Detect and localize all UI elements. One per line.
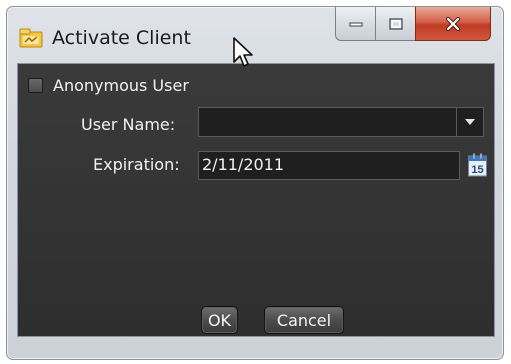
expiration-label: Expiration: xyxy=(93,155,180,174)
close-button[interactable] xyxy=(415,7,491,41)
dialog-content: Anonymous User User Name: Expiration: 2/… xyxy=(17,63,495,337)
user-name-combobox[interactable] xyxy=(198,107,484,137)
close-icon xyxy=(446,16,460,31)
activate-client-icon xyxy=(19,28,43,48)
chevron-down-icon xyxy=(465,119,475,125)
mouse-cursor-icon xyxy=(233,37,253,67)
window-title: Activate Client xyxy=(52,27,191,49)
caption-buttons xyxy=(335,7,499,45)
maximize-button[interactable] xyxy=(375,7,415,41)
ok-button[interactable]: OK xyxy=(201,306,238,334)
minimize-button[interactable] xyxy=(335,7,375,41)
user-name-label: User Name: xyxy=(81,115,176,134)
cancel-button[interactable]: Cancel xyxy=(264,306,344,334)
user-name-dropdown-button[interactable] xyxy=(456,108,483,136)
calendar-icon[interactable]: 15 xyxy=(468,153,487,177)
minimize-icon xyxy=(349,22,362,26)
calendar-day-number: 15 xyxy=(471,164,483,176)
anonymous-user-checkbox[interactable] xyxy=(28,78,43,93)
maximize-icon xyxy=(388,17,403,30)
anonymous-user-label[interactable]: Anonymous User xyxy=(53,76,189,95)
expiration-date-input[interactable]: 2/11/2011 xyxy=(198,151,460,180)
